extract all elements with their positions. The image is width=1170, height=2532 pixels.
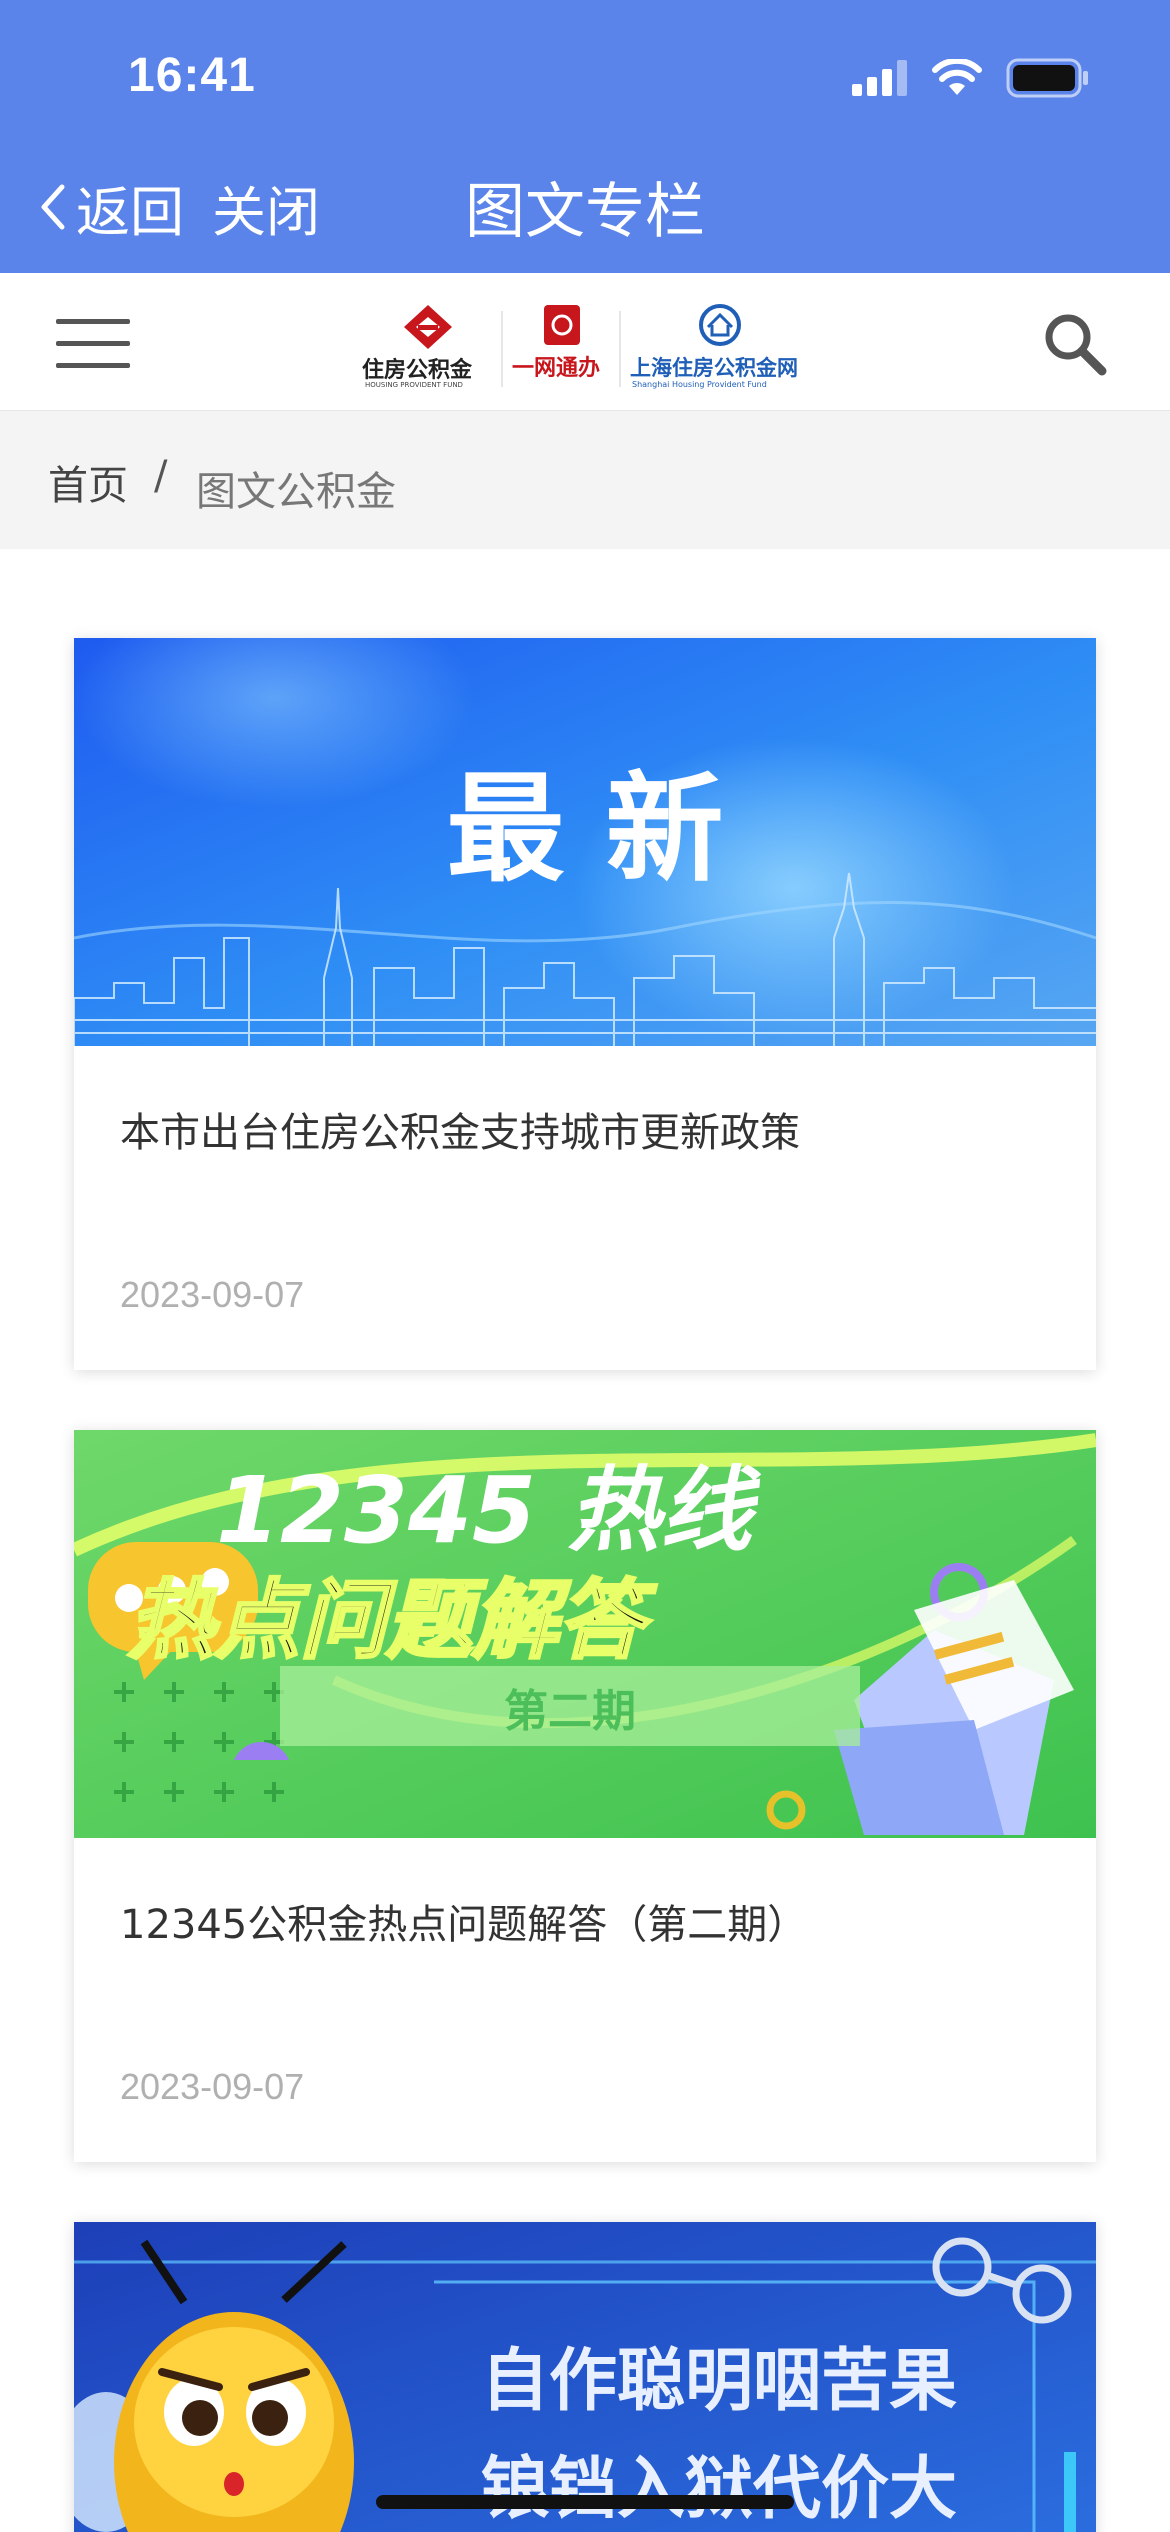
one-network-emblem-icon (544, 305, 580, 345)
breadcrumb: 首页 / 图文公积金 (0, 411, 1170, 549)
logo-text-housing-fund-en: HOUSING PROVIDENT FUND (365, 381, 463, 389)
page-title: 图文专栏 (465, 176, 705, 247)
housing-fund-emblem-icon (404, 305, 452, 349)
shanghai-fund-emblem-icon (699, 304, 741, 346)
battery-icon (1006, 58, 1088, 98)
logo-text-one-network: 一网通办 (512, 356, 600, 381)
top-bar: 16:41 返回 关闭 图文专栏 (0, 0, 1170, 273)
thumbnail-text-issue-number: 第二期 (504, 1686, 636, 1737)
site-header: 住房公积金 HOUSING PROVIDENT FUND 一网通办 上海住房公积… (0, 273, 1170, 411)
home-indicator[interactable] (376, 2495, 794, 2509)
site-logo[interactable]: 住房公积金 HOUSING PROVIDENT FUND 一网通办 上海住房公积… (362, 303, 810, 389)
article-title[interactable]: 12345公积金热点问题解答（第二期） (120, 1892, 1056, 1950)
menu-button[interactable] (56, 313, 130, 373)
logo-text-housing-fund: 住房公积金 (362, 357, 473, 383)
breadcrumb-home[interactable]: 首页 (48, 453, 128, 511)
status-time: 16:41 (128, 49, 256, 102)
hamburger-icon (56, 319, 130, 324)
thumbnail-text-line1: 自作聪明咽苦果 (481, 2342, 957, 2421)
search-icon (1045, 314, 1107, 376)
close-button[interactable]: 关闭 (212, 172, 320, 244)
signal-icon (852, 60, 907, 96)
search-button[interactable] (1040, 309, 1110, 379)
article-date: 2023-09-07 (120, 1274, 305, 1315)
back-label: 返回 (76, 180, 184, 244)
wifi-icon (932, 59, 982, 95)
thumbnail-text-hot-issues: 热点问题解答 (128, 1571, 657, 1671)
article-card[interactable]: 最 新 本市出台住房公积金支持城市更新政策 2023-09-07 (74, 638, 1096, 1370)
status-icons (852, 56, 1090, 100)
logo-text-shanghai-fund: 上海住房公积金网 (630, 356, 798, 380)
article-title[interactable]: 本市出台住房公积金支持城市更新政策 (120, 1100, 1056, 1158)
chevron-left-icon (41, 184, 65, 230)
article-card[interactable]: 12345 热线 热点问题解答 第二期 12345公积金热点问题解答（第二期） … (74, 1430, 1096, 2162)
article-card[interactable]: 自作聪明咽苦果 锒铛入狱代价大 (74, 2222, 1096, 2532)
article-thumbnail: 12345 热线 热点问题解答 第二期 (74, 1430, 1096, 1838)
breadcrumb-current: 图文公积金 (196, 469, 396, 515)
article-date: 2023-09-07 (120, 2066, 305, 2107)
breadcrumb-separator: / (154, 453, 168, 499)
article-thumbnail: 自作聪明咽苦果 锒铛入狱代价大 (74, 2222, 1096, 2532)
thumbnail-text-latest: 最 新 (446, 760, 723, 898)
thumbnail-text-line2: 锒铛入狱代价大 (481, 2450, 957, 2529)
back-button[interactable]: 返回 (38, 172, 184, 244)
article-thumbnail: 最 新 (74, 638, 1096, 1046)
thumbnail-text-hotline: 12345 热线 (216, 1457, 762, 1564)
logo-text-shanghai-fund-en: Shanghai Housing Provident Fund (632, 380, 767, 389)
close-label: 关闭 (212, 180, 320, 244)
